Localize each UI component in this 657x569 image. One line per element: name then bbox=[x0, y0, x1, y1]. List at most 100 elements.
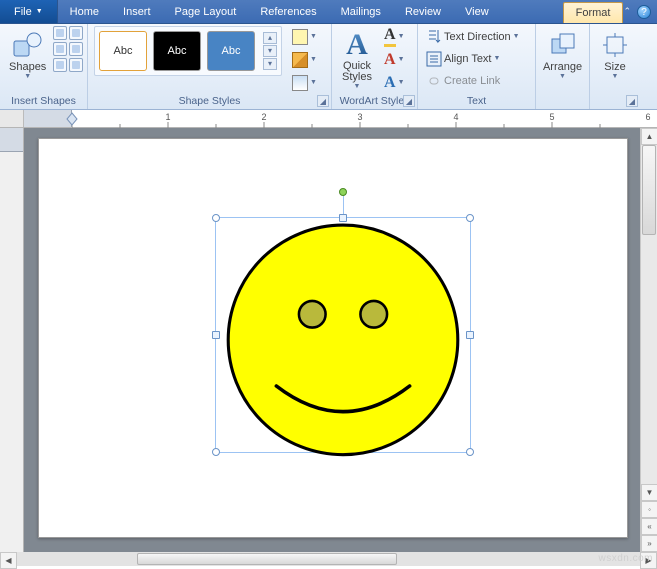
gallery-down-icon[interactable]: ▾ bbox=[263, 45, 277, 57]
text-fill-button[interactable]: A▼ bbox=[382, 26, 407, 47]
link-icon bbox=[426, 73, 442, 89]
align-text-icon bbox=[426, 51, 442, 67]
scroll-left-icon[interactable]: ◀ bbox=[0, 552, 17, 569]
resize-handle-se[interactable] bbox=[466, 448, 474, 456]
scroll-down-icon[interactable]: ▼ bbox=[641, 484, 657, 501]
svg-text:4: 4 bbox=[453, 112, 458, 122]
vertical-scrollbar[interactable]: ▲ ▼ ◦ « » bbox=[640, 128, 657, 552]
prev-page-icon[interactable]: « bbox=[641, 518, 657, 535]
resize-handle-ne[interactable] bbox=[466, 214, 474, 222]
text-outline-button[interactable]: A▼ bbox=[382, 49, 407, 70]
text-effects-button[interactable]: A▼ bbox=[382, 72, 407, 93]
chevron-down-icon: ▼ bbox=[24, 73, 31, 80]
style-swatch[interactable]: Abc bbox=[207, 31, 255, 71]
resize-handle-nw[interactable] bbox=[212, 214, 220, 222]
smiley-shape[interactable] bbox=[220, 222, 466, 458]
effects-icon bbox=[292, 75, 308, 91]
chevron-down-icon: ▼ bbox=[559, 73, 566, 80]
watermark: wsxdn.com bbox=[598, 553, 653, 564]
gallery-up-icon[interactable]: ▴ bbox=[263, 32, 277, 44]
ruler-vertical[interactable] bbox=[0, 128, 24, 552]
tab-page-layout[interactable]: Page Layout bbox=[163, 0, 249, 23]
svg-text:1: 1 bbox=[165, 112, 170, 122]
shape-effects-button[interactable]: ▼ bbox=[290, 72, 319, 93]
tab-review[interactable]: Review bbox=[393, 0, 453, 23]
minimize-ribbon-icon[interactable]: ⌃ bbox=[623, 6, 631, 17]
group-wordart-styles: A Quick Styles ▼ A▼ A▼ A▼ WordArt Styles… bbox=[332, 24, 418, 109]
group-label: Shape Styles bbox=[94, 94, 325, 109]
tab-references[interactable]: References bbox=[248, 0, 328, 23]
size-button[interactable]: Size ▼ bbox=[596, 26, 634, 81]
group-arrange: Arrange ▼ bbox=[536, 24, 590, 109]
text-direction-icon bbox=[426, 29, 442, 45]
help-icon[interactable]: ? bbox=[637, 5, 651, 19]
shape-style-gallery[interactable]: Abc Abc Abc ▴ ▾ ▾ bbox=[94, 26, 282, 76]
ruler-horizontal[interactable]: 1 2 3 4 5 6 bbox=[0, 110, 657, 128]
quick-styles-button[interactable]: A Quick Styles ▼ bbox=[338, 26, 376, 91]
svg-text:5: 5 bbox=[549, 112, 554, 122]
group-label: Insert Shapes bbox=[6, 94, 81, 109]
chevron-down-icon: ▼ bbox=[612, 73, 619, 80]
fill-icon bbox=[292, 29, 308, 45]
text-direction-button[interactable]: Text Direction▼ bbox=[424, 26, 522, 47]
document-viewport[interactable] bbox=[24, 128, 640, 552]
svg-text:6: 6 bbox=[645, 112, 650, 122]
indent-marker-icon[interactable] bbox=[66, 110, 78, 128]
arrange-label: Arrange bbox=[543, 61, 582, 73]
chevron-down-icon: ▼ bbox=[354, 83, 361, 90]
tab-file[interactable]: File ▼ bbox=[0, 0, 58, 23]
svg-text:3: 3 bbox=[357, 112, 362, 122]
browse-object-icon[interactable]: ◦ bbox=[641, 501, 657, 518]
shape-selection-frame[interactable] bbox=[215, 217, 471, 453]
dialog-launcher-icon[interactable]: ◢ bbox=[626, 95, 638, 107]
dialog-launcher-icon[interactable]: ◢ bbox=[403, 95, 415, 107]
group-insert-shapes: Shapes ▼ ▾ Insert Shapes bbox=[0, 24, 88, 109]
tab-view[interactable]: View bbox=[453, 0, 501, 23]
scroll-up-icon[interactable]: ▲ bbox=[641, 128, 657, 145]
shape-outline-button[interactable]: ▼ bbox=[290, 49, 319, 70]
resize-handle-sw[interactable] bbox=[212, 448, 220, 456]
gallery-scroll: ▴ ▾ ▾ bbox=[263, 32, 277, 70]
gallery-more-icon[interactable]: ▾ bbox=[263, 58, 277, 70]
chevron-down-icon: ▼ bbox=[310, 56, 317, 63]
align-text-button[interactable]: Align Text▼ bbox=[424, 48, 522, 69]
shapes-gallery-button[interactable]: Shapes ▼ bbox=[6, 26, 49, 81]
tab-file-label: File bbox=[14, 6, 32, 18]
scroll-thumb[interactable] bbox=[137, 553, 397, 565]
group-label: Text bbox=[424, 94, 529, 109]
resize-handle-e[interactable] bbox=[466, 331, 474, 339]
shape-preset[interactable]: ▾ bbox=[69, 58, 83, 72]
rotation-handle[interactable] bbox=[339, 188, 347, 196]
shape-preset[interactable] bbox=[69, 42, 83, 56]
dialog-launcher-icon[interactable]: ◢ bbox=[317, 95, 329, 107]
shape-preset[interactable] bbox=[53, 26, 67, 40]
resize-handle-w[interactable] bbox=[212, 331, 220, 339]
scroll-thumb[interactable] bbox=[642, 145, 656, 235]
shape-preset[interactable] bbox=[69, 26, 83, 40]
shape-fill-button[interactable]: ▼ bbox=[290, 26, 319, 47]
horizontal-scrollbar[interactable]: ◀ ▶ bbox=[0, 552, 657, 566]
create-link-button[interactable]: Create Link bbox=[424, 70, 522, 91]
page[interactable] bbox=[38, 138, 628, 538]
quick-styles-label: Quick Styles bbox=[342, 61, 372, 83]
workspace: ▲ ▼ ◦ « » bbox=[0, 128, 657, 552]
resize-handle-n[interactable] bbox=[339, 214, 347, 222]
outline-icon bbox=[292, 52, 308, 68]
ribbon: Shapes ▼ ▾ Insert Shapes Abc Abc Abc ▴ ▾… bbox=[0, 24, 657, 110]
group-label: WordArt Styles bbox=[338, 94, 411, 109]
tab-format[interactable]: Format bbox=[563, 2, 624, 23]
shapes-button-label: Shapes bbox=[9, 61, 46, 73]
tab-insert[interactable]: Insert bbox=[111, 0, 163, 23]
shape-preset[interactable] bbox=[53, 42, 67, 56]
wordart-icon: A bbox=[346, 28, 368, 62]
arrange-button[interactable]: Arrange ▼ bbox=[540, 26, 585, 81]
group-text: Text Direction▼ Align Text▼ Create Link … bbox=[418, 24, 536, 109]
ribbon-tabs: File ▼ Home Insert Page Layout Reference… bbox=[0, 0, 657, 24]
shape-preset[interactable] bbox=[53, 58, 67, 72]
next-page-icon[interactable]: » bbox=[641, 535, 657, 552]
tab-home[interactable]: Home bbox=[58, 0, 111, 23]
style-swatch[interactable]: Abc bbox=[99, 31, 147, 71]
chevron-down-icon: ▼ bbox=[36, 8, 43, 15]
style-swatch[interactable]: Abc bbox=[153, 31, 201, 71]
tab-mailings[interactable]: Mailings bbox=[329, 0, 393, 23]
